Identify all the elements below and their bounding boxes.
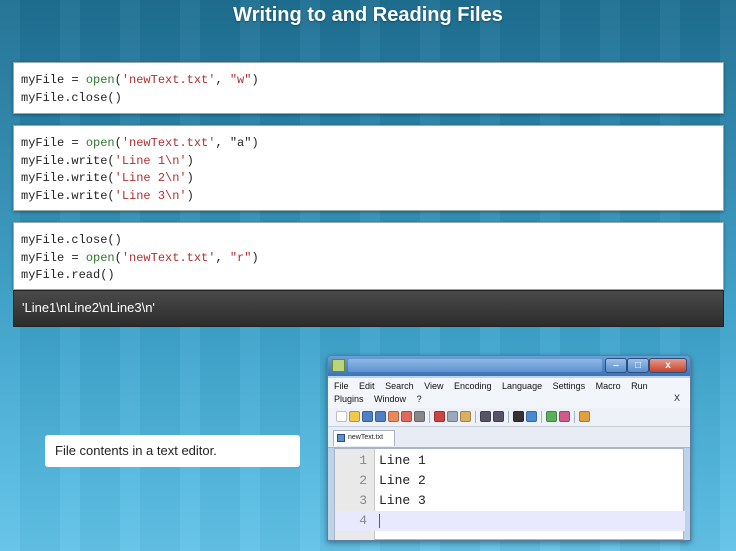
code-block-1: myFile = open('newText.txt', "w") myFile… bbox=[13, 62, 724, 114]
save-state-icon bbox=[337, 434, 345, 442]
menu-encoding[interactable]: Encoding bbox=[454, 381, 492, 391]
line-number: 1 bbox=[359, 453, 367, 468]
menu-help[interactable]: ? bbox=[417, 394, 422, 404]
save-all-icon[interactable] bbox=[375, 411, 386, 422]
toolbar-separator bbox=[574, 411, 575, 423]
toolbar-separator bbox=[541, 411, 542, 423]
paste-icon[interactable] bbox=[460, 411, 471, 422]
menu-macro[interactable]: Macro bbox=[596, 381, 621, 391]
open-folder-icon[interactable] bbox=[349, 411, 360, 422]
redo-icon[interactable] bbox=[493, 411, 504, 422]
close-all-icon[interactable] bbox=[401, 411, 412, 422]
tab-label: newText.txt bbox=[348, 434, 384, 441]
app-icon bbox=[332, 359, 345, 372]
document-close-button[interactable]: X bbox=[674, 393, 680, 403]
print-icon[interactable] bbox=[414, 411, 425, 422]
line-text: Line 3 bbox=[379, 493, 426, 508]
toolbar-separator bbox=[508, 411, 509, 423]
menu-search[interactable]: Search bbox=[385, 381, 414, 391]
text-caret bbox=[379, 514, 380, 528]
code-line: myFile.write('Line 2\n') bbox=[21, 171, 194, 185]
editor-text-area[interactable]: 1 Line 1 2 Line 2 3 Line 3 4 bbox=[334, 448, 685, 540]
line-number: 3 bbox=[359, 493, 367, 508]
toolbar-separator bbox=[475, 411, 476, 423]
window-titlebar[interactable]: – □ x bbox=[328, 356, 690, 376]
toolbar-separator bbox=[429, 411, 430, 423]
sync-scroll-icon[interactable] bbox=[579, 411, 590, 422]
slide-title: Writing to and Reading Files bbox=[233, 4, 503, 26]
menu-row-2: Plugins Window ? bbox=[334, 393, 430, 406]
find-icon[interactable] bbox=[513, 411, 524, 422]
menu-file[interactable]: File bbox=[334, 381, 349, 391]
minimize-button[interactable]: – bbox=[605, 358, 627, 373]
cut-icon[interactable] bbox=[434, 411, 445, 422]
menu-edit[interactable]: Edit bbox=[359, 381, 375, 391]
code-line: myFile.write('Line 1\n') bbox=[21, 153, 194, 168]
close-file-icon[interactable] bbox=[388, 411, 399, 422]
code-line: myFile.write('Line 3\n') bbox=[21, 188, 194, 203]
menu-settings[interactable]: Settings bbox=[553, 381, 586, 391]
toolbar bbox=[328, 408, 690, 427]
caption-text: File contents in a text editor. bbox=[55, 443, 217, 458]
zoom-out-icon[interactable] bbox=[559, 411, 570, 422]
window-close-button[interactable]: x bbox=[649, 358, 687, 373]
code-line: myFile.read() bbox=[21, 268, 115, 282]
code-block-2: myFile = open('newText.txt', "a") myFile… bbox=[13, 125, 724, 211]
editor-current-line: 4 bbox=[335, 511, 685, 531]
menu-window[interactable]: Window bbox=[374, 394, 406, 404]
code-line: myFile = open('newText.txt', "w") bbox=[21, 73, 259, 87]
line-number: 4 bbox=[359, 513, 367, 528]
menu-bar: File Edit Search View Encoding Language … bbox=[328, 378, 690, 408]
undo-icon[interactable] bbox=[480, 411, 491, 422]
menu-plugins[interactable]: Plugins bbox=[334, 394, 364, 404]
code-line: myFile.close() bbox=[21, 233, 122, 247]
code-line: myFile = open('newText.txt', "a") bbox=[21, 136, 259, 150]
code-block-3: myFile.close() myFile = open('newText.tx… bbox=[13, 222, 724, 290]
window-title-field bbox=[348, 359, 602, 372]
menu-language[interactable]: Language bbox=[502, 381, 542, 391]
zoom-in-icon[interactable] bbox=[546, 411, 557, 422]
code-line: myFile = open('newText.txt', "r") bbox=[21, 250, 259, 265]
copy-icon[interactable] bbox=[447, 411, 458, 422]
caption-box: File contents in a text editor. bbox=[45, 435, 300, 467]
line-number: 2 bbox=[359, 473, 367, 488]
code-line: myFile.close() bbox=[21, 90, 122, 105]
replace-icon[interactable] bbox=[526, 411, 537, 422]
maximize-button[interactable]: □ bbox=[627, 358, 649, 373]
text-editor-window: – □ x File Edit Search View Encoding Lan… bbox=[327, 355, 691, 541]
output-bar: 'Line1\nLine2\nLine3\n' bbox=[13, 290, 724, 327]
editor-line: 2 Line 2 bbox=[335, 471, 685, 491]
tab-bar: newText.txt bbox=[328, 427, 690, 448]
editor-line: 1 Line 1 bbox=[335, 451, 685, 471]
tab-newtext[interactable]: newText.txt bbox=[333, 430, 395, 446]
menu-run[interactable]: Run bbox=[631, 381, 648, 391]
editor-line: 3 Line 3 bbox=[335, 491, 685, 511]
output-text: 'Line1\nLine2\nLine3\n' bbox=[22, 300, 155, 315]
save-icon[interactable] bbox=[362, 411, 373, 422]
line-text: Line 1 bbox=[379, 453, 426, 468]
menu-view[interactable]: View bbox=[424, 381, 443, 391]
menu-row-1: File Edit Search View Encoding Language … bbox=[334, 380, 656, 393]
line-text: Line 2 bbox=[379, 473, 426, 488]
new-file-icon[interactable] bbox=[336, 411, 347, 422]
